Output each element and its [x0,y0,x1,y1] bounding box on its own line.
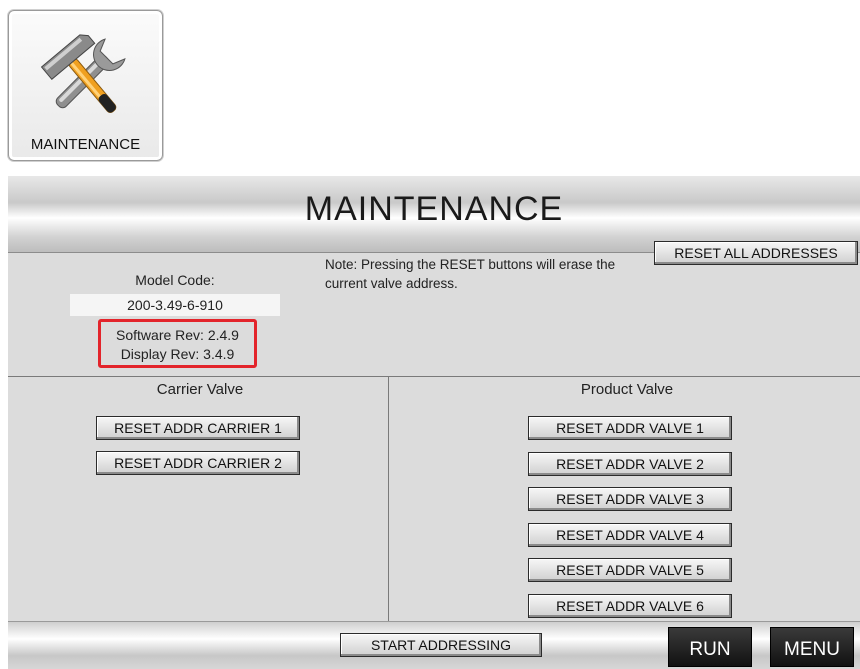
reset-addr-valve-4-button[interactable]: RESET ADDR VALVE 4 [528,523,732,547]
reset-addr-valve-2-button[interactable]: RESET ADDR VALVE 2 [528,452,732,476]
model-code-value: 200-3.49-6-910 [70,294,280,316]
section-divider-vertical [388,377,389,621]
maintenance-panel: MAINTENANCE Model Code: 200-3.49-6-910 S… [8,176,860,669]
maintenance-launcher[interactable]: MAINTENANCE [8,10,163,161]
reset-addr-carrier-1-button[interactable]: RESET ADDR CARRIER 1 [96,416,300,440]
menu-button[interactable]: MENU [770,627,854,667]
reset-addr-valve-6-button[interactable]: RESET ADDR VALVE 6 [528,594,732,618]
run-button[interactable]: RUN [668,627,752,667]
section-divider-horizontal [8,376,860,377]
reset-addr-carrier-2-button[interactable]: RESET ADDR CARRIER 2 [96,451,300,475]
reset-all-addresses-button[interactable]: RESET ALL ADDRESSES [654,241,858,265]
bottom-toolbar: START ADDRESSING RUN MENU [8,621,860,669]
page-title: MAINTENANCE [304,190,564,228]
reset-note: Note: Pressing the RESET buttons will er… [325,257,616,291]
product-valve-heading: Product Valve [580,381,674,398]
revision-highlight-box: Software Rev: 2.4.9 Display Rev: 3.4.9 [98,319,257,368]
display-rev: Display Rev: 3.4.9 [120,346,235,362]
reset-addr-valve-3-button[interactable]: RESET ADDR VALVE 3 [528,487,732,511]
reset-addr-valve-1-button[interactable]: RESET ADDR VALVE 1 [528,416,732,440]
reset-addr-valve-5-button[interactable]: RESET ADDR VALVE 5 [528,558,732,582]
software-rev: Software Rev: 2.4.9 [116,327,239,343]
model-code-label: Model Code: [135,272,215,288]
hammer-wrench-icon [41,34,126,114]
start-addressing-button[interactable]: START ADDRESSING [340,633,542,657]
carrier-valve-heading: Carrier Valve [156,381,244,398]
maintenance-icon-label: MAINTENANCE [30,136,141,153]
